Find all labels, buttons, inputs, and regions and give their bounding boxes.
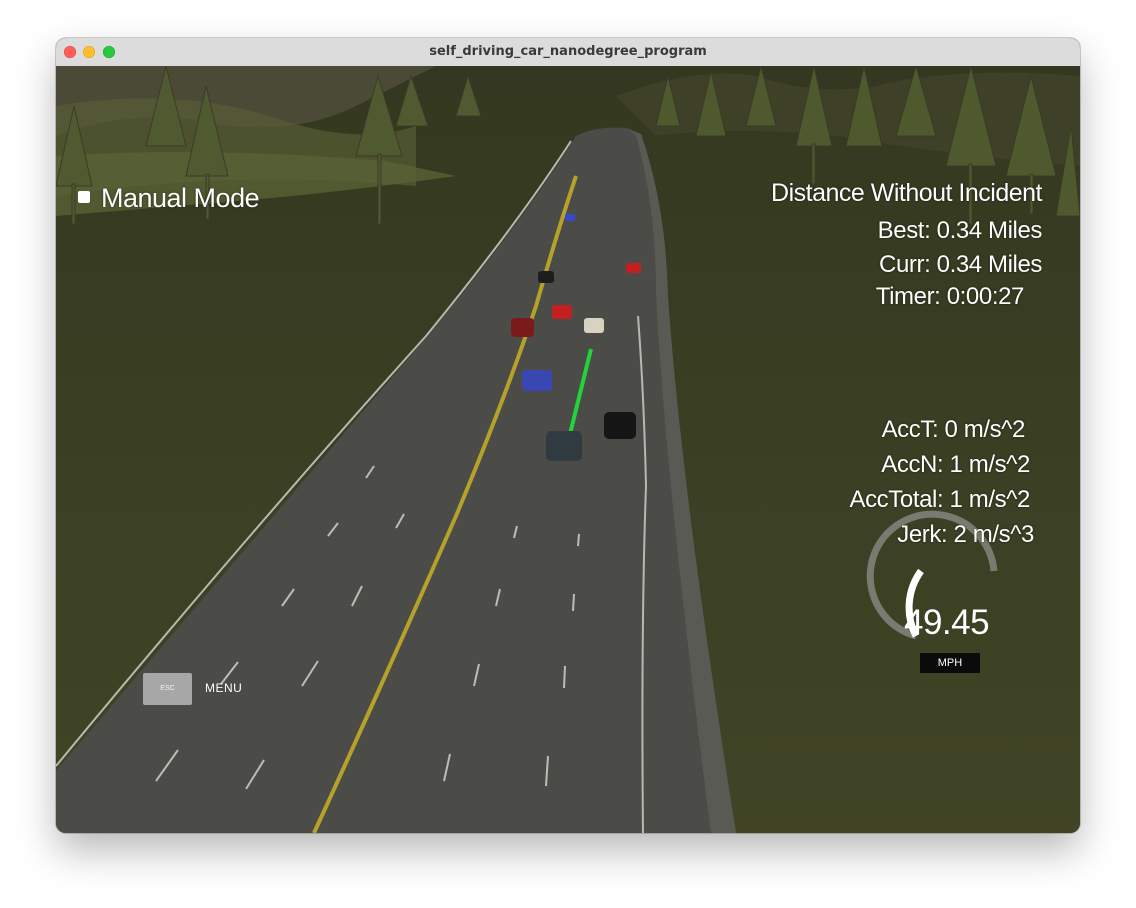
car-black-far xyxy=(538,271,554,283)
car-black-near xyxy=(604,412,636,439)
speed-unit: MPH xyxy=(920,653,980,673)
car-red-mid xyxy=(552,305,572,319)
jerk-readout: Jerk: 2 m/s^3 xyxy=(897,521,1034,548)
simulator-window: self_driving_car_nanodegree_program Manu… xyxy=(56,38,1080,833)
game-viewport[interactable]: Manual Mode Distance Without Incident Be… xyxy=(56,64,1080,833)
car-darkred-mid xyxy=(511,318,534,337)
distance-title: Distance Without Incident xyxy=(771,179,1042,207)
best-distance: Best: 0.34 Miles xyxy=(877,217,1043,244)
acc-total-readout: AccTotal: 1 m/s^2 xyxy=(849,486,1030,513)
window-title: self_driving_car_nanodegree_program xyxy=(429,44,707,59)
timer: Timer: 0:00:27 xyxy=(875,283,1025,310)
speed-value: 49.45 xyxy=(904,603,990,642)
car-blue-near xyxy=(522,370,552,391)
manual-mode-label: Manual Mode xyxy=(101,183,260,213)
acc-n-readout: AccN: 1 m/s^2 xyxy=(881,451,1030,478)
acc-t-readout: AccT: 0 m/s^2 xyxy=(881,416,1026,443)
menu-label[interactable]: MENU xyxy=(205,681,242,695)
manual-mode-checkbox[interactable] xyxy=(78,191,90,203)
esc-button[interactable]: ESC xyxy=(143,673,192,705)
car-red-far xyxy=(626,263,641,273)
title-bar: self_driving_car_nanodegree_program xyxy=(56,38,1080,67)
car-white-mid xyxy=(584,318,604,333)
current-distance: Curr: 0.34 Miles xyxy=(879,251,1042,278)
ego-car xyxy=(546,431,582,461)
car-blue-far xyxy=(565,214,575,221)
